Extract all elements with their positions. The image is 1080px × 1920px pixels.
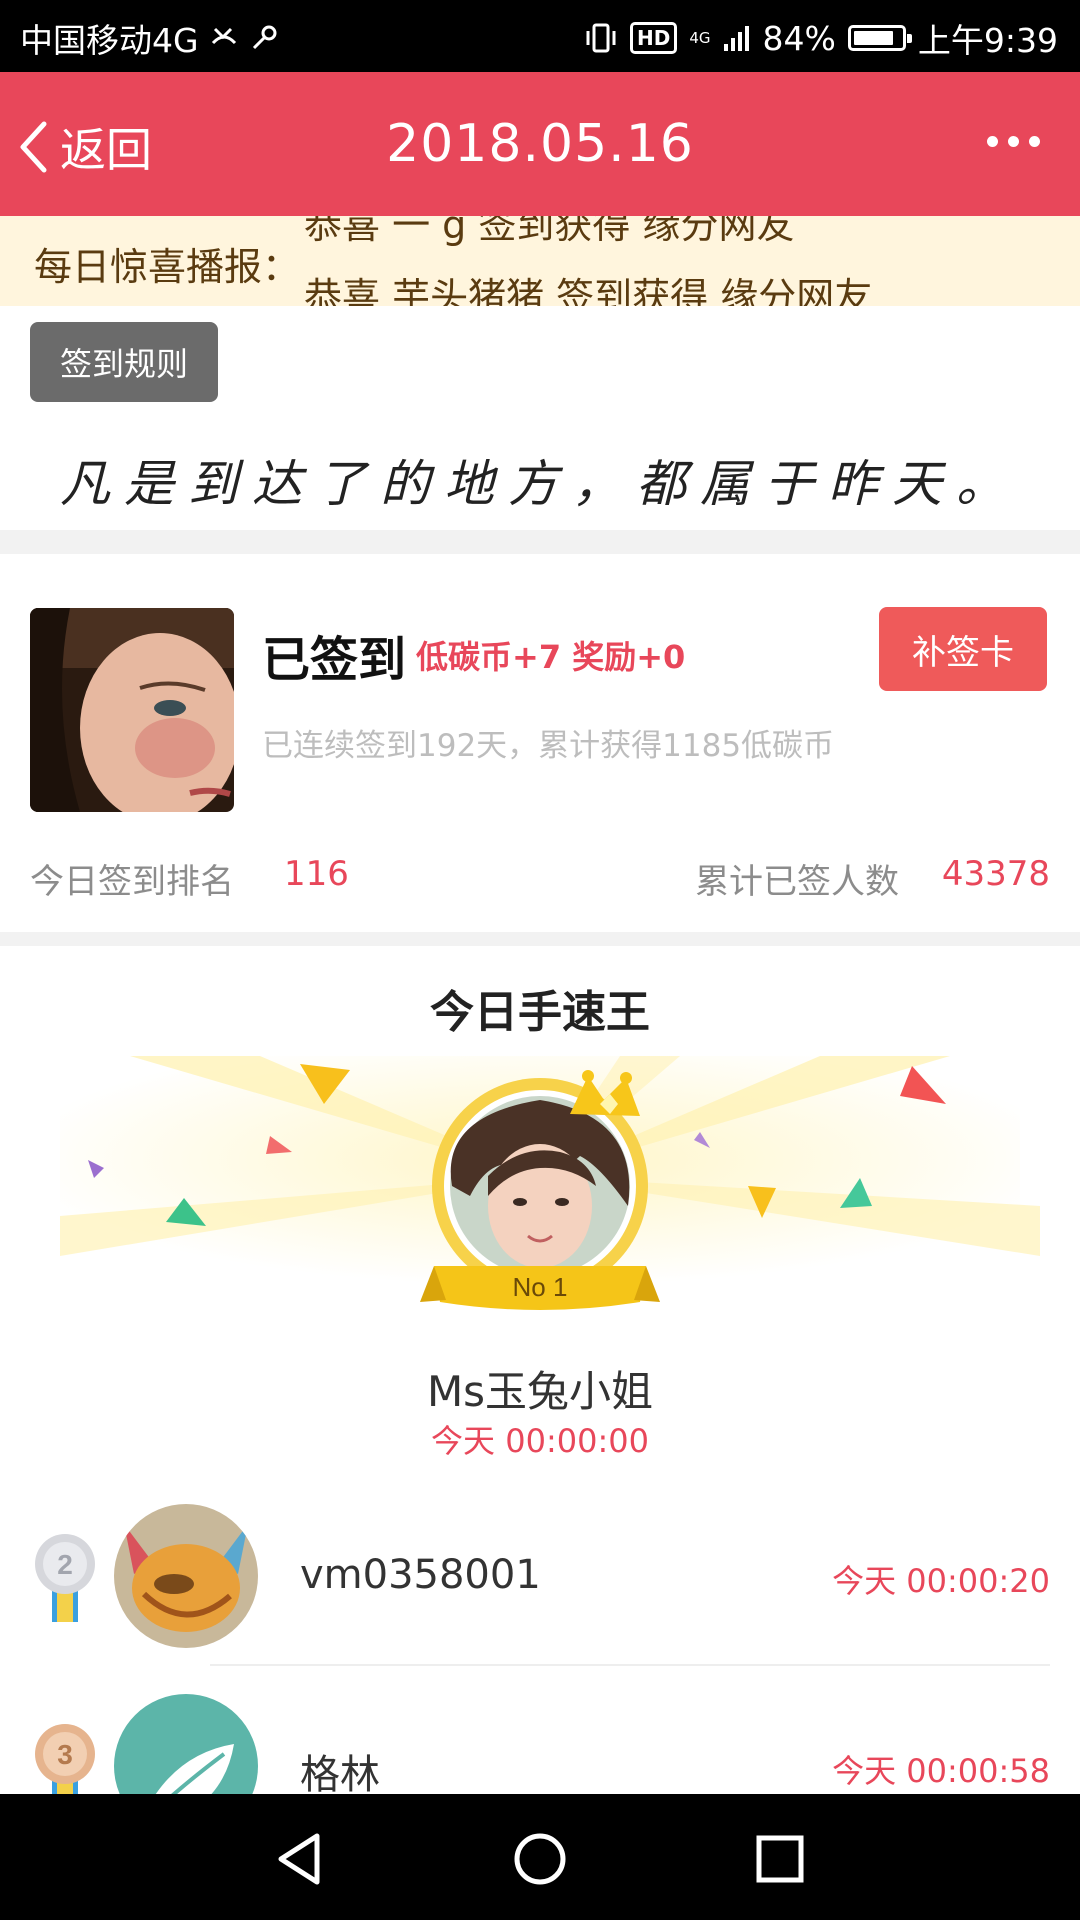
bronze-medal-icon: 3: [35, 1724, 95, 1794]
broadcast-label: 每日惊喜播报：: [34, 245, 301, 289]
rank-row-2[interactable]: 2 vm0358001 今天 00:00:20: [0, 1492, 1080, 1672]
vibrate-icon: [586, 23, 616, 53]
rank-3-time: 今天 00:00:58: [832, 1752, 1050, 1790]
rank-2-avatar[interactable]: [114, 1504, 258, 1648]
network-type: 4G: [689, 28, 711, 47]
today-rank-label: 今日签到排名: [30, 862, 234, 902]
row-divider: [210, 1664, 1050, 1666]
total-signed-label: 累计已签人数: [695, 862, 899, 902]
broadcast-previous-item: 恭喜 一 g 签到获得 缘分网友: [304, 216, 795, 247]
carrier-label: 中国移动4G: [20, 21, 199, 60]
streak-text: 已连续签到192天，累计获得1185低碳币: [262, 728, 835, 764]
square-recent-icon[interactable]: [745, 1824, 815, 1894]
status-bar: 中国移动4G HD 4G 84% 上午9:39: [0, 0, 1080, 72]
surprise-broadcast: 每日惊喜播报： 恭喜 一 g 签到获得 缘分网友 恭喜 芋头猪猪 签到获得 缘分…: [0, 216, 1080, 306]
status-left: 中国移动4G: [20, 14, 279, 62]
broadcast-ticker: 恭喜 一 g 签到获得 缘分网友 恭喜 芋头猪猪 签到获得 缘分网友: [304, 216, 1044, 306]
rank-row-3[interactable]: 3 格林 今天 00:00:58: [0, 1682, 1080, 1794]
circle-home-icon[interactable]: [505, 1824, 575, 1894]
system-nav-bar: [0, 1794, 1080, 1920]
more-dots-icon[interactable]: [987, 136, 1040, 147]
rank-2-number: 2: [57, 1549, 73, 1580]
speed-king-section: 今日手速王 No 1 Ms玉兔小姐 今天 00:00:00 2 vm035800…: [0, 946, 1080, 1794]
champion-time: 今天 00:00:00: [431, 1422, 649, 1460]
silver-medal-icon: 2: [35, 1534, 95, 1622]
user-avatar[interactable]: [30, 608, 234, 812]
champion-banner: No 1: [60, 1056, 1040, 1310]
signin-card: 已签到 低碳币+7 奖励+0 补签卡 已连续签到192天，累计获得1185低碳币…: [0, 554, 1080, 932]
battery-icon: [847, 25, 912, 51]
speed-king-title: 今日手速王: [430, 987, 650, 1038]
rank-2-time: 今天 00:00:20: [832, 1562, 1050, 1600]
today-rank-value: 116: [284, 854, 349, 894]
signal-icon: [723, 26, 749, 51]
app-header: 返回 2018.05.16: [0, 72, 1080, 216]
hd-icon: HD: [630, 22, 678, 54]
rank-3-number: 3: [57, 1739, 73, 1770]
champion-name: Ms玉兔小姐: [426, 1367, 654, 1416]
rank-2-name: vm0358001: [300, 1552, 541, 1598]
status-right: HD 4G 84% 上午9:39: [584, 14, 1058, 62]
rank-3-name: 格林: [300, 1752, 380, 1794]
broadcast-current-item: 恭喜 芋头猪猪 签到获得 缘分网友: [304, 275, 873, 306]
champion-badge: No 1: [513, 1272, 568, 1302]
page-title: 2018.05.16: [386, 114, 694, 174]
key-icon: [252, 25, 277, 50]
makeup-card-button[interactable]: 补签卡: [879, 607, 1047, 691]
signed-status: 已签到: [262, 632, 407, 688]
clock: 上午9:39: [917, 21, 1058, 60]
missed-call-icon: [211, 27, 236, 45]
total-signed-value: 43378: [941, 854, 1050, 894]
battery-fill: [853, 31, 893, 45]
triangle-back-icon[interactable]: [265, 1824, 335, 1894]
rank-3-avatar[interactable]: [114, 1694, 258, 1794]
signin-rules-button[interactable]: 签到规则: [30, 322, 218, 402]
rules-section: 签到规则 凡是到达了的地方，都属于昨天。: [0, 306, 1080, 530]
reward-text: 低碳币+7 奖励+0: [416, 638, 686, 676]
daily-quote: 凡是到达了的地方，都属于昨天。: [60, 455, 1020, 513]
battery-percent: 84%: [762, 18, 836, 58]
